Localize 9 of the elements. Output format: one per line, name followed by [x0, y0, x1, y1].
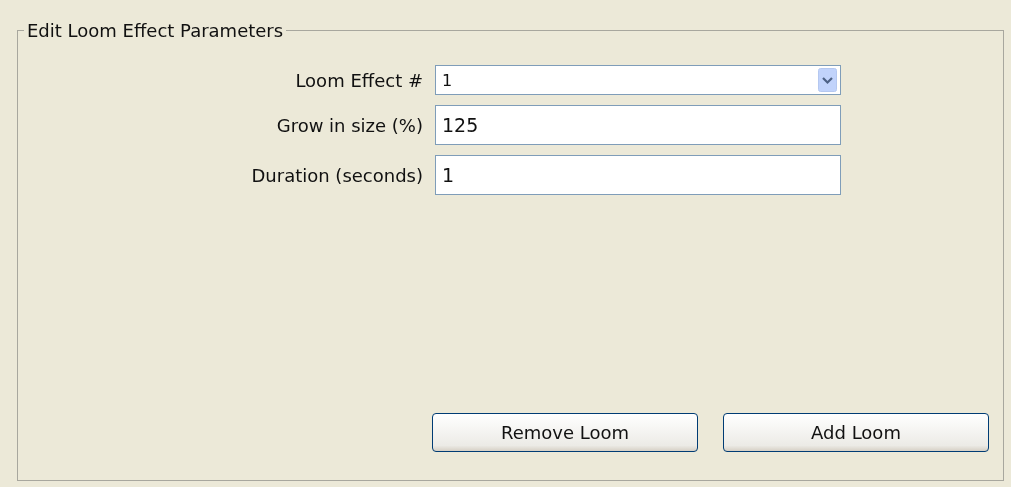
group-title: Edit Loom Effect Parameters	[26, 20, 285, 41]
dropdown-field[interactable]: 1	[435, 65, 841, 95]
action-button[interactable]: Remove Loom	[432, 413, 698, 452]
action-button[interactable]: Add Loom	[723, 413, 989, 452]
input-field[interactable]: 1	[435, 155, 841, 195]
field-label: Grow in size (%)	[275, 114, 423, 136]
field-label: Loom Effect #	[294, 69, 423, 91]
field-label: Duration (seconds)	[250, 164, 423, 186]
input-field[interactable]: 125	[435, 105, 841, 145]
